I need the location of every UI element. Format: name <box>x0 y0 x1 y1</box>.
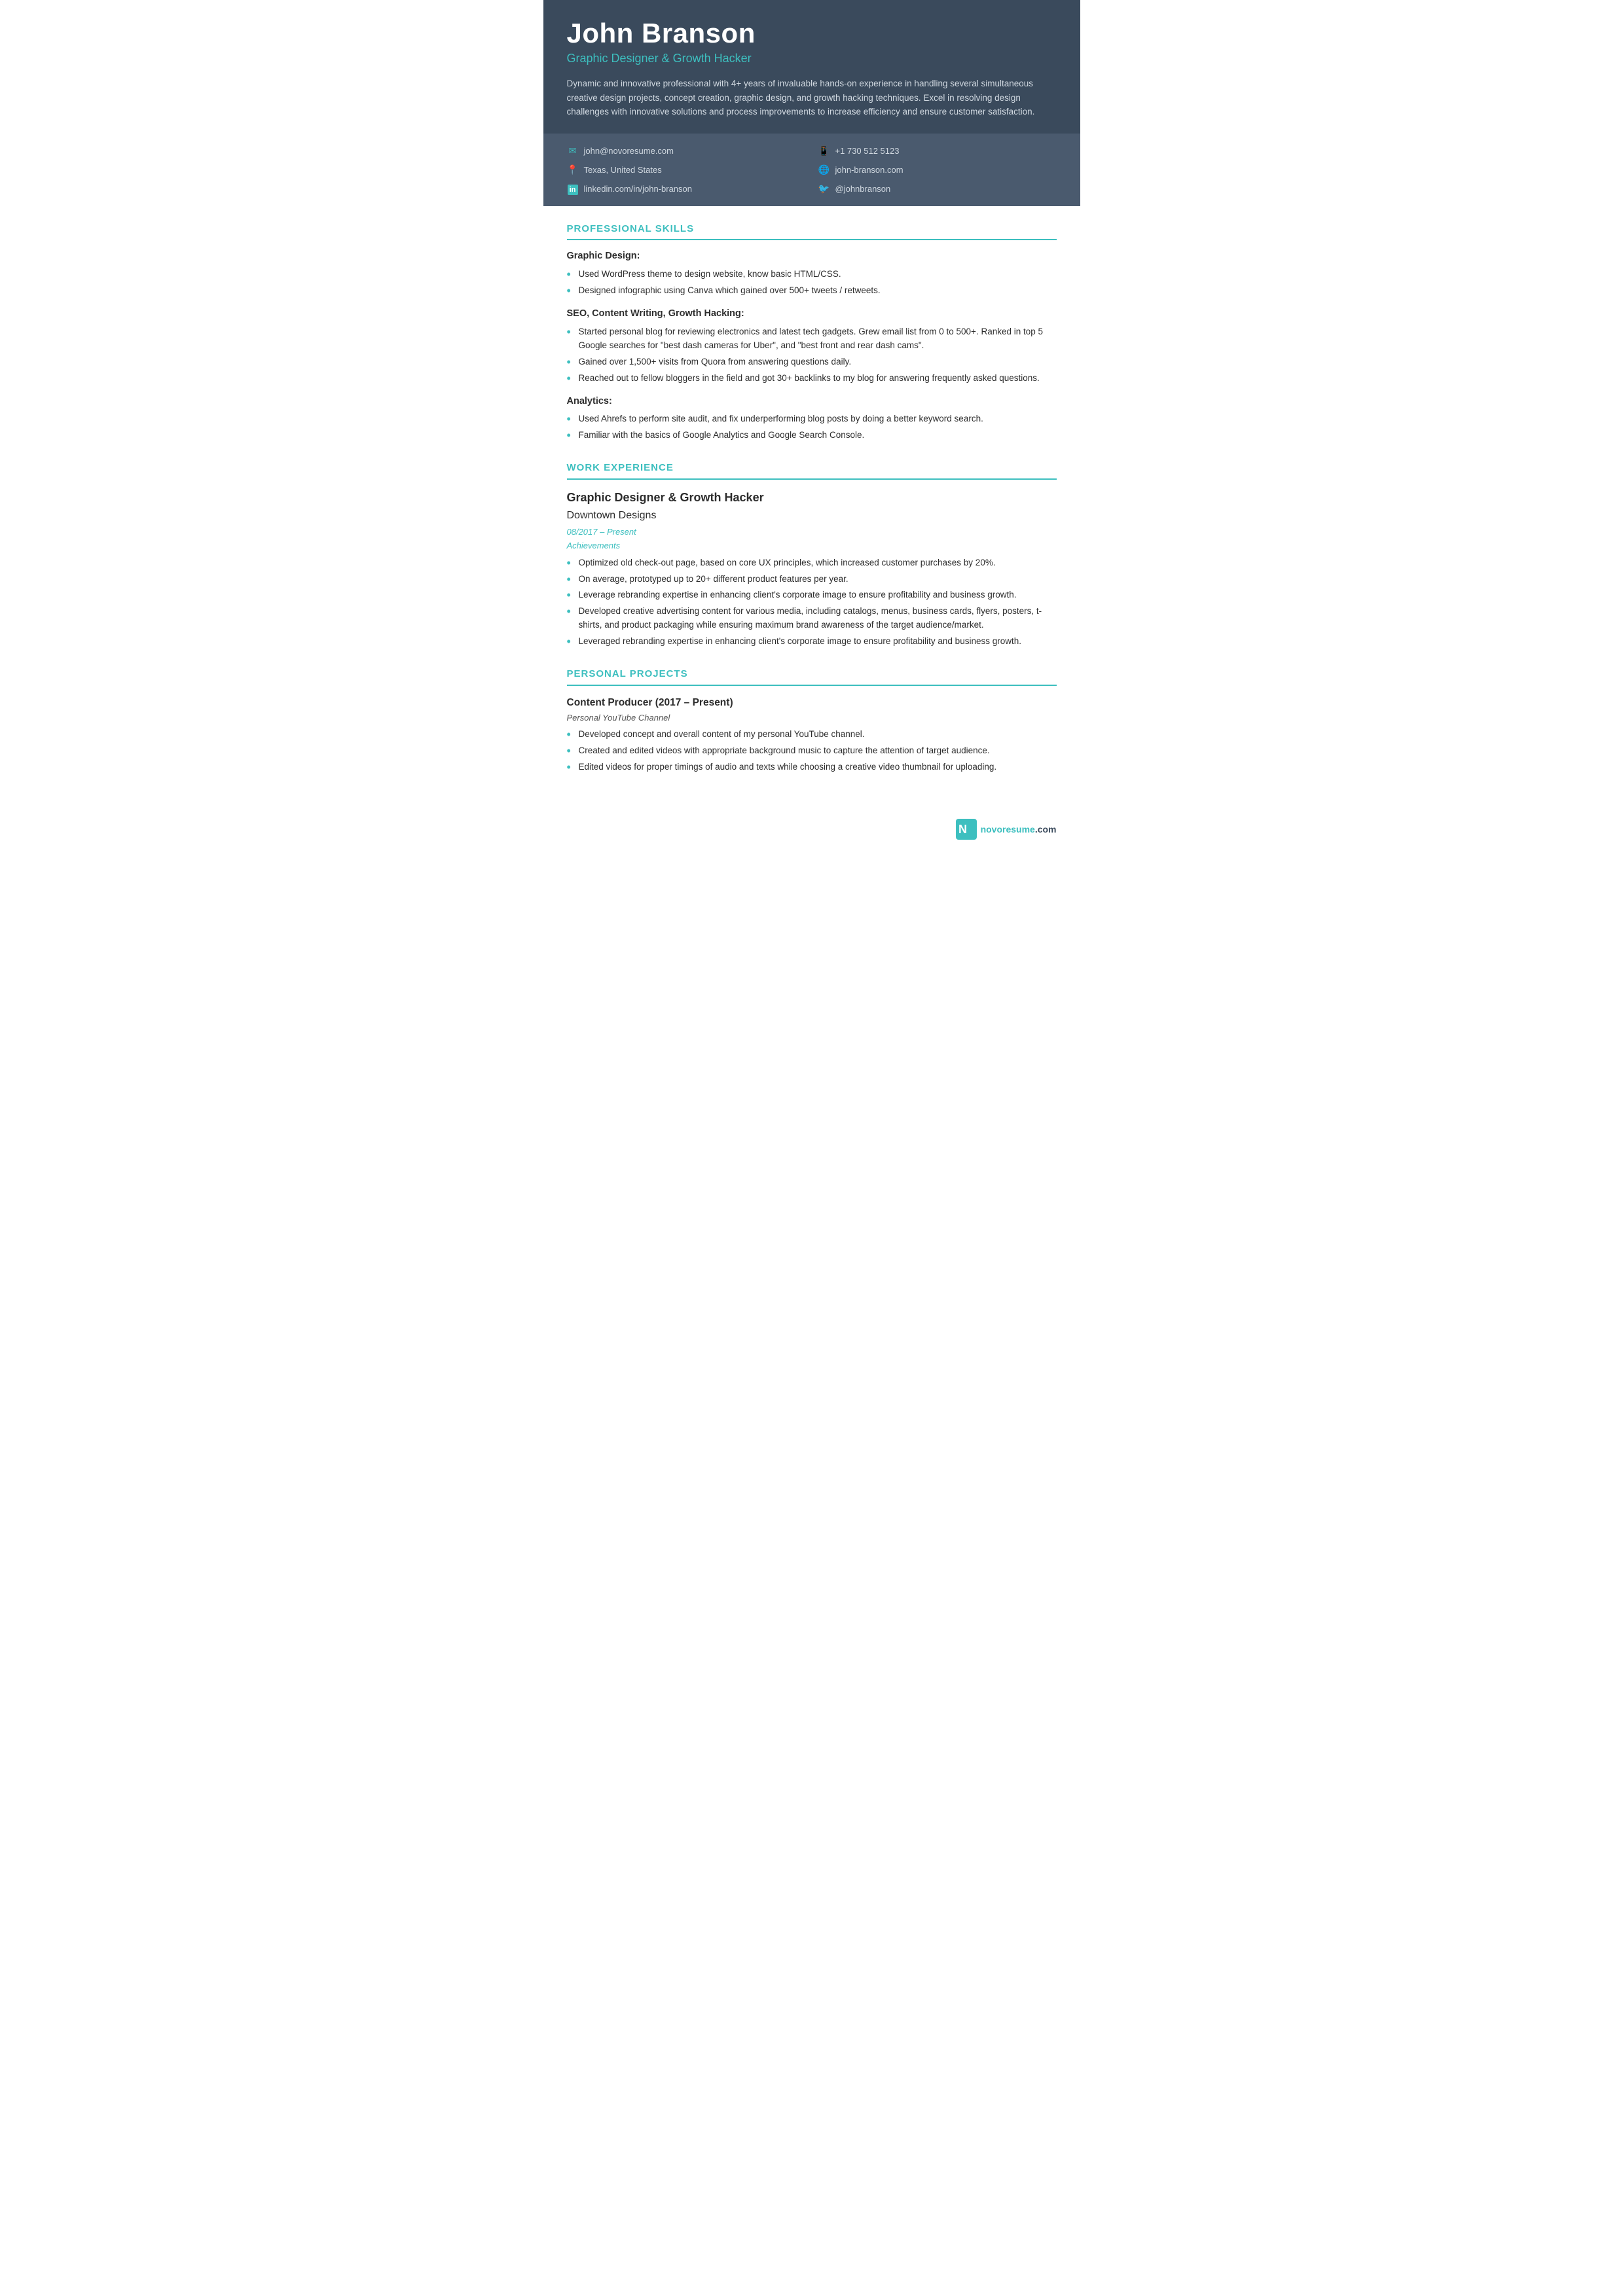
novoresume-logo-icon: N <box>956 819 977 840</box>
professional-skills-section: PROFESSIONAL SKILLS Graphic Design: Used… <box>567 222 1057 442</box>
list-item: Reached out to fellow bloggers in the fi… <box>567 372 1057 386</box>
job-title: Graphic Designer & Growth Hacker <box>567 489 1057 507</box>
seo-list: Started personal blog for reviewing elec… <box>567 325 1057 386</box>
project-list: Developed concept and overall content of… <box>567 728 1057 774</box>
list-item: On average, prototyped up to 20+ differe… <box>567 573 1057 586</box>
footer: N novoresume.com <box>543 812 1080 852</box>
skills-seo: SEO, Content Writing, Growth Hacking: St… <box>567 307 1057 385</box>
job-achievements-list: Optimized old check-out page, based on c… <box>567 556 1057 649</box>
list-item: Created and edited videos with appropria… <box>567 744 1057 758</box>
job-date: 08/2017 – Present <box>567 526 1057 539</box>
list-item: Developed creative advertising content f… <box>567 605 1057 632</box>
list-item: Gained over 1,500+ visits from Quora fro… <box>567 355 1057 369</box>
list-item: Leverage rebranding expertise in enhanci… <box>567 588 1057 602</box>
personal-projects-title: PERSONAL PROJECTS <box>567 667 1057 686</box>
contact-bar: ✉ john@novoresume.com 📱 +1 730 512 5123 … <box>543 134 1080 206</box>
resume-page: John Branson Graphic Designer & Growth H… <box>543 0 1080 852</box>
personal-projects-section: PERSONAL PROJECTS Content Producer (2017… <box>567 667 1057 774</box>
skills-graphic-design: Graphic Design: Used WordPress theme to … <box>567 249 1057 298</box>
linkedin-icon: in <box>567 182 579 196</box>
list-item: Used WordPress theme to design website, … <box>567 268 1057 281</box>
work-experience-title: WORK EXPERIENCE <box>567 461 1057 480</box>
list-item: Developed concept and overall content of… <box>567 728 1057 742</box>
seo-subtitle: SEO, Content Writing, Growth Hacking: <box>567 307 1057 321</box>
list-item: Leveraged rebranding expertise in enhanc… <box>567 635 1057 649</box>
project-subtitle: Personal YouTube Channel <box>567 711 1057 725</box>
location-icon: 📍 <box>567 163 579 177</box>
project-title: Content Producer (2017 – Present) <box>567 695 1057 710</box>
graphic-design-subtitle: Graphic Design: <box>567 249 1057 264</box>
job-entry: Graphic Designer & Growth Hacker Downtow… <box>567 489 1057 649</box>
job-company: Downtown Designs <box>567 508 1057 524</box>
contact-website: 🌐 john-branson.com <box>818 163 1057 177</box>
email-icon: ✉ <box>567 144 579 158</box>
phone-icon: 📱 <box>818 144 830 158</box>
list-item: Designed infographic using Canva which g… <box>567 284 1057 298</box>
candidate-title: Graphic Designer & Growth Hacker <box>567 50 1057 67</box>
contact-email: ✉ john@novoresume.com <box>567 144 805 158</box>
candidate-summary: Dynamic and innovative professional with… <box>567 77 1057 119</box>
contact-location: 📍 Texas, United States <box>567 163 805 177</box>
contact-linkedin: in linkedin.com/in/john-branson <box>567 182 805 196</box>
work-experience-section: WORK EXPERIENCE Graphic Designer & Growt… <box>567 461 1057 649</box>
list-item: Started personal blog for reviewing elec… <box>567 325 1057 353</box>
project-entry: Content Producer (2017 – Present) Person… <box>567 695 1057 775</box>
header-section: John Branson Graphic Designer & Growth H… <box>543 0 1080 134</box>
graphic-design-list: Used WordPress theme to design website, … <box>567 268 1057 298</box>
twitter-icon: 🐦 <box>818 182 830 196</box>
main-content: PROFESSIONAL SKILLS Graphic Design: Used… <box>543 206 1080 812</box>
list-item: Familiar with the basics of Google Analy… <box>567 429 1057 442</box>
contact-twitter: 🐦 @johnbranson <box>818 182 1057 196</box>
analytics-list: Used Ahrefs to perform site audit, and f… <box>567 412 1057 442</box>
candidate-name: John Branson <box>567 18 1057 48</box>
list-item: Edited videos for proper timings of audi… <box>567 761 1057 774</box>
list-item: Used Ahrefs to perform site audit, and f… <box>567 412 1057 426</box>
footer-logo-text: novoresume.com <box>981 823 1057 836</box>
contact-phone: 📱 +1 730 512 5123 <box>818 144 1057 158</box>
analytics-subtitle: Analytics: <box>567 395 1057 409</box>
svg-text:N: N <box>958 823 967 836</box>
novoresume-logo: N novoresume.com <box>956 819 1057 840</box>
professional-skills-title: PROFESSIONAL SKILLS <box>567 222 1057 241</box>
achievements-label: Achievements <box>567 539 1057 552</box>
globe-icon: 🌐 <box>818 163 830 177</box>
skills-analytics: Analytics: Used Ahrefs to perform site a… <box>567 395 1057 443</box>
list-item: Optimized old check-out page, based on c… <box>567 556 1057 570</box>
